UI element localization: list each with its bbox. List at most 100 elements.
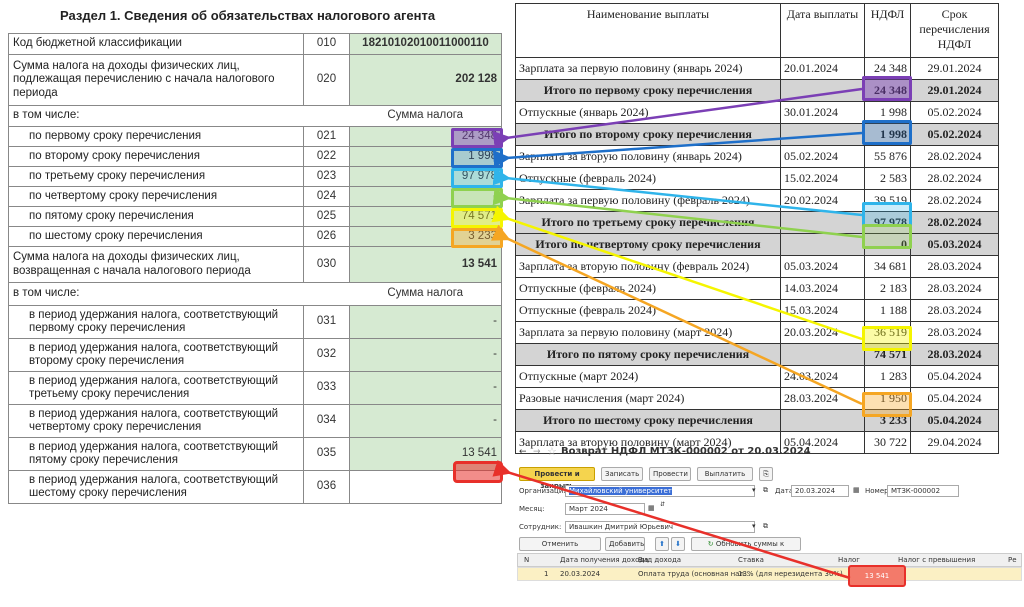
return-value: - — [349, 305, 502, 339]
return-code: 033 — [303, 371, 350, 405]
grid-row[interactable]: 1 20.03.2024 Оплата труда (основная нал.… — [517, 567, 1022, 581]
grid-row-rate: 13% (для нерезидента 30%) — [738, 570, 843, 578]
grid-row-date: 20.03.2024 — [560, 570, 601, 578]
payment-date — [780, 343, 865, 366]
col-header-name: Наименование выплаты — [515, 3, 781, 58]
move-up-icon[interactable]: ⬆ — [655, 537, 669, 551]
payment-name: Разовые начисления (март 2024) — [515, 387, 781, 410]
total-row: Итого по третьему сроку перечисления 97 9… — [515, 211, 999, 234]
payment-name: Итого по четвертому сроку перечисления — [515, 233, 781, 256]
payment-date: 24.03.2024 — [780, 365, 865, 388]
pay-button[interactable]: Выплатить — [697, 467, 753, 481]
payment-row: Разовые начисления (март 2024) 28.03.2024… — [515, 387, 999, 410]
open-link-icon[interactable]: ⧉ — [763, 486, 768, 495]
month-stepper-icon[interactable]: ⇵ — [660, 501, 665, 508]
return-label: в период удержания налога, соответствующ… — [8, 437, 304, 471]
payment-tax: 1 188 — [864, 299, 911, 322]
payment-row: Отпускные (февраль 2024) 15.02.2024 2 583 2… — [515, 167, 999, 190]
add-button[interactable]: Добавить — [605, 537, 645, 551]
employee-field[interactable]: Ивашкин Дмитрий Юрьевич — [565, 521, 755, 533]
return-code: 031 — [303, 305, 350, 339]
return-value: - — [349, 371, 502, 405]
back-arrow-icon[interactable]: ← — [519, 447, 527, 457]
org-field[interactable]: Михайловский университет — [565, 485, 755, 497]
payment-term: 28.02.2024 — [910, 167, 999, 190]
grid-col-tax: Налог — [838, 556, 860, 564]
term-label: по четвертому сроку перечисления — [8, 186, 304, 207]
section-title: Раздел 1. Сведения об обязательствах нал… — [60, 8, 436, 23]
number-field[interactable]: МТЗК-000002 — [887, 485, 959, 497]
ndfl-return-document-window: ← → ☆ Возврат НДФЛ МТЗК-000002 от 20.03.… — [515, 440, 1024, 607]
return-row: в период удержания налога, соответствующ… — [8, 437, 502, 471]
payment-tax: 2 183 — [864, 277, 911, 300]
payment-tax: 1 283 — [864, 365, 911, 388]
payment-name: Итого по первому сроку перечисления — [515, 79, 781, 102]
highlight-term5-right — [862, 326, 912, 351]
payment-date — [780, 233, 865, 256]
post-button[interactable]: Провести — [649, 467, 691, 481]
kbk-code: 010 — [303, 33, 350, 55]
returned-code: 030 — [303, 246, 350, 283]
calendar-icon[interactable]: ▦ — [648, 504, 655, 512]
highlight-term6-left — [451, 228, 503, 248]
col-header-date: Дата выплаты — [780, 3, 865, 58]
payment-name: Зарплата за первую половину (январь 2024… — [515, 57, 781, 80]
term-code: 022 — [303, 146, 350, 167]
total-row: Итого по четвертому сроку перечисления 0 0… — [515, 233, 999, 256]
payment-name: Зарплата за первую половину (март 2024) — [515, 321, 781, 344]
incl2-label: в том числе: — [8, 282, 350, 306]
org-value: Михайловский университет — [569, 487, 672, 495]
payment-term: 28.03.2024 — [910, 299, 999, 322]
payment-term: 28.03.2024 — [910, 321, 999, 344]
payment-row: Зарплата за первую половину (февраль 202… — [515, 189, 999, 212]
term-row: по шестому сроку перечисления 026 3 233 — [8, 226, 502, 247]
grid-row-n: 1 — [544, 570, 549, 578]
date-field[interactable]: 20.03.2024 — [791, 485, 849, 497]
month-field[interactable]: Март 2024 — [565, 503, 645, 515]
forward-arrow-icon[interactable]: → — [533, 447, 541, 457]
term-row: по первому сроку перечисления 021 24 348 — [8, 126, 502, 147]
term-row: по третьему сроку перечисления 023 97 97… — [8, 166, 502, 187]
payment-date: 20.03.2024 — [780, 321, 865, 344]
payment-tax: 2 583 — [864, 167, 911, 190]
payments-table: Наименование выплаты Дата выплаты НДФЛ С… — [515, 3, 999, 454]
payment-row: Зарплата за первую половину (январь 2024… — [515, 57, 999, 80]
payment-row: Отпускные (февраль 2024) 14.03.2024 2 183 2… — [515, 277, 999, 300]
grid-header: N Дата получения дохода Вид дохода Ставк… — [517, 553, 1022, 567]
term-label: по пятому сроку перечисления — [8, 206, 304, 227]
calendar-icon[interactable]: ▦ — [853, 486, 860, 494]
highlight-term1-right — [862, 76, 912, 101]
attach-icon[interactable]: ⎘ — [759, 467, 773, 481]
payment-term: 28.03.2024 — [910, 277, 999, 300]
open-link-icon[interactable]: ⧉ — [763, 522, 768, 531]
payment-row: Отпускные (январь 2024) 30.01.2024 1 998 05… — [515, 101, 999, 124]
star-icon[interactable]: ☆ — [547, 445, 557, 458]
payment-term: 05.04.2024 — [910, 387, 999, 410]
payment-name: Итого по пятому сроку перечисления — [515, 343, 781, 366]
payment-term: 05.02.2024 — [910, 123, 999, 146]
payment-row: Отпускные (февраль 2024) 15.03.2024 1 188 2… — [515, 299, 999, 322]
cancel-fix-button[interactable]: Отменить исправление — [519, 537, 601, 560]
return-row: в период удержания налога, соответствующ… — [8, 305, 502, 339]
post-and-close-button[interactable]: Провести и закрыть — [519, 467, 595, 490]
payment-date — [780, 409, 865, 432]
payment-name: Итого по шестому сроку перечисления — [515, 409, 781, 432]
payment-tax: 55 876 — [864, 145, 911, 168]
total-row: Итого по первому сроку перечисления 24 34… — [515, 79, 999, 102]
payment-name: Отпускные (январь 2024) — [515, 101, 781, 124]
highlight-term2-right — [862, 120, 912, 145]
payment-row: Зарплата за вторую половину (февраль 202… — [515, 255, 999, 278]
term-label: по шестому сроку перечисления — [8, 226, 304, 247]
dropdown-icon[interactable]: ▾ — [752, 486, 756, 494]
save-button[interactable]: Записать — [601, 467, 643, 481]
term-code: 021 — [303, 126, 350, 147]
dropdown-icon[interactable]: ▾ — [752, 522, 756, 530]
highlight-term2-left — [451, 148, 503, 168]
incl1-value-header: Сумма налога — [349, 105, 502, 127]
highlight-term4-right — [862, 224, 912, 249]
term-row: по четвертому сроку перечисления 024 - — [8, 186, 502, 207]
refresh-return-amounts-button[interactable]: ↻ Обновить суммы к возврату — [691, 537, 801, 560]
payment-date: 15.02.2024 — [780, 167, 865, 190]
move-down-icon[interactable]: ⬇ — [671, 537, 685, 551]
payment-term: 05.04.2024 — [910, 365, 999, 388]
